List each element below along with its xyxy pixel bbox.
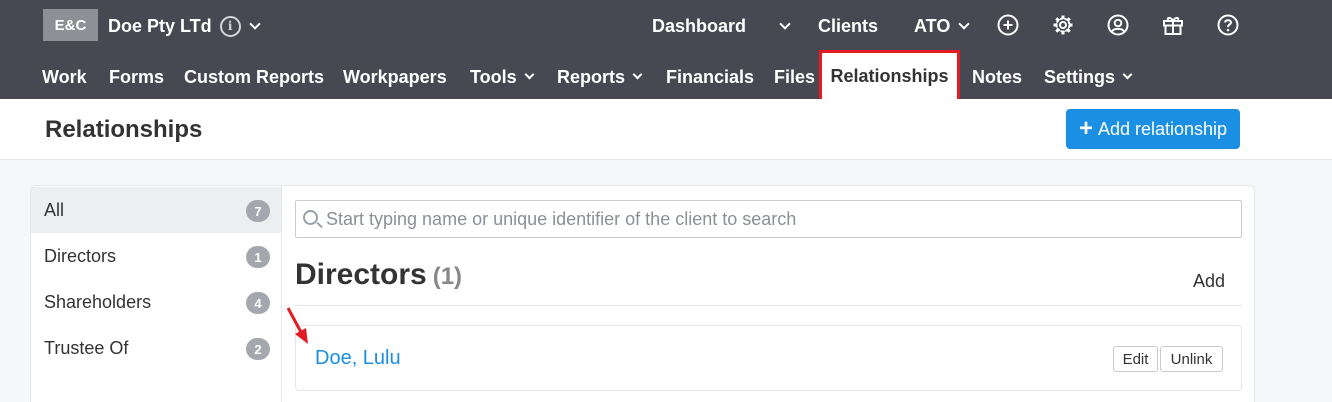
nav-tools-label: Tools [470,66,517,87]
user-circle-icon[interactable] [1106,13,1130,37]
sidebar-item-label: Shareholders [44,291,152,312]
help-circle-icon[interactable] [1216,13,1240,37]
sidebar-item-label: Directors [44,245,117,266]
nav-workpapers-label: Workpapers [343,66,447,87]
add-circle-icon[interactable] [996,13,1020,37]
count-badge: 7 [246,200,270,222]
chevron-down-icon [779,17,791,30]
dashboard-dropdown[interactable] [771,14,791,38]
organisation-name: Doe Pty LTd [108,15,212,36]
search-icon [303,210,318,225]
chevron-down-icon [958,17,971,30]
page-title: Relationships [45,116,203,143]
sidebar-item-directors[interactable]: Directors 1 [31,233,281,279]
nav-work-label: Work [42,66,87,87]
relationship-name-link[interactable]: Doe, Lulu [315,347,401,370]
sidebar-item-label: Trustee Of [44,337,129,358]
divider [295,305,1242,306]
nav-custom-reports[interactable]: Custom Reports [184,64,324,90]
nav-files[interactable]: Files [774,64,815,90]
nav-work[interactable]: Work [42,64,87,90]
chevron-down-icon [632,69,643,80]
nav-forms[interactable]: Forms [109,64,164,90]
nav-financials[interactable]: Financials [666,64,754,90]
nav-dashboard[interactable]: Dashboard [652,14,746,38]
edit-button[interactable]: Edit [1113,346,1158,372]
chevron-down-icon [524,69,535,80]
add-director-link[interactable]: Add [1193,271,1225,292]
nav-custom-reports-label: Custom Reports [184,66,325,87]
nav-notes[interactable]: Notes [972,64,1022,90]
nav-files-label: Files [774,66,816,87]
count-badge: 2 [246,338,270,360]
nav-settings[interactable]: Settings [1044,64,1133,90]
nav-relationships[interactable]: Relationships [819,50,960,102]
sidebar-item-shareholders[interactable]: Shareholders 4 [31,279,281,325]
count-badge: 1 [246,246,270,268]
section-heading: Directors (1) [295,258,462,292]
nav-tools[interactable]: Tools [470,64,535,90]
search-input[interactable] [326,208,1241,230]
nav-financials-label: Financials [666,66,755,87]
chevron-down-icon [1122,69,1133,80]
nav-clients[interactable]: Clients [818,14,878,38]
chevron-down-icon [249,17,261,30]
organisation-switcher[interactable]: Doe Pty LTd i [108,14,261,38]
company-logo[interactable]: E&C [43,9,98,41]
section-title: Directors [295,258,427,291]
nav-ato-label: ATO [914,15,951,36]
unlink-button[interactable]: Unlink [1160,346,1223,372]
nav-dashboard-label: Dashboard [652,15,747,36]
plus-icon: + [1078,115,1093,142]
nav-settings-label: Settings [1044,66,1116,87]
relationship-row: Doe, Lulu Edit Unlink [295,325,1242,391]
count-badge: 4 [246,292,270,314]
nav-ato[interactable]: ATO [914,14,971,38]
nav-workpapers[interactable]: Workpapers [343,64,447,90]
nav-notes-label: Notes [972,66,1023,87]
top-bar: E&C Doe Pty LTd i Dashboard Clients ATO … [0,0,1332,102]
nav-reports-label: Reports [557,66,626,87]
add-relationship-label: Add relationship [1097,118,1228,139]
nav-clients-label: Clients [818,15,879,36]
add-relationship-button[interactable]: + Add relationship [1066,109,1240,149]
section-count: (1) [432,263,463,290]
page-header: Relationships + Add relationship [0,99,1332,160]
sidebar-item-all[interactable]: All 7 [31,187,281,233]
gift-icon[interactable] [1161,13,1185,37]
client-search[interactable] [295,200,1242,238]
nav-reports[interactable]: Reports [557,64,643,90]
nav-forms-label: Forms [109,66,165,87]
relationships-panel: All 7 Directors 1 Shareholders 4 Trustee… [30,185,1255,402]
sidebar-item-trustee-of[interactable]: Trustee Of 2 [31,325,281,371]
relationship-filter-sidebar: All 7 Directors 1 Shareholders 4 Trustee… [31,186,282,402]
gear-icon[interactable] [1051,13,1075,37]
info-icon[interactable]: i [219,15,241,37]
sidebar-item-label: All [44,199,65,220]
nav-relationships-label: Relationships [830,65,949,86]
annotation-arrow-icon [286,307,308,344]
